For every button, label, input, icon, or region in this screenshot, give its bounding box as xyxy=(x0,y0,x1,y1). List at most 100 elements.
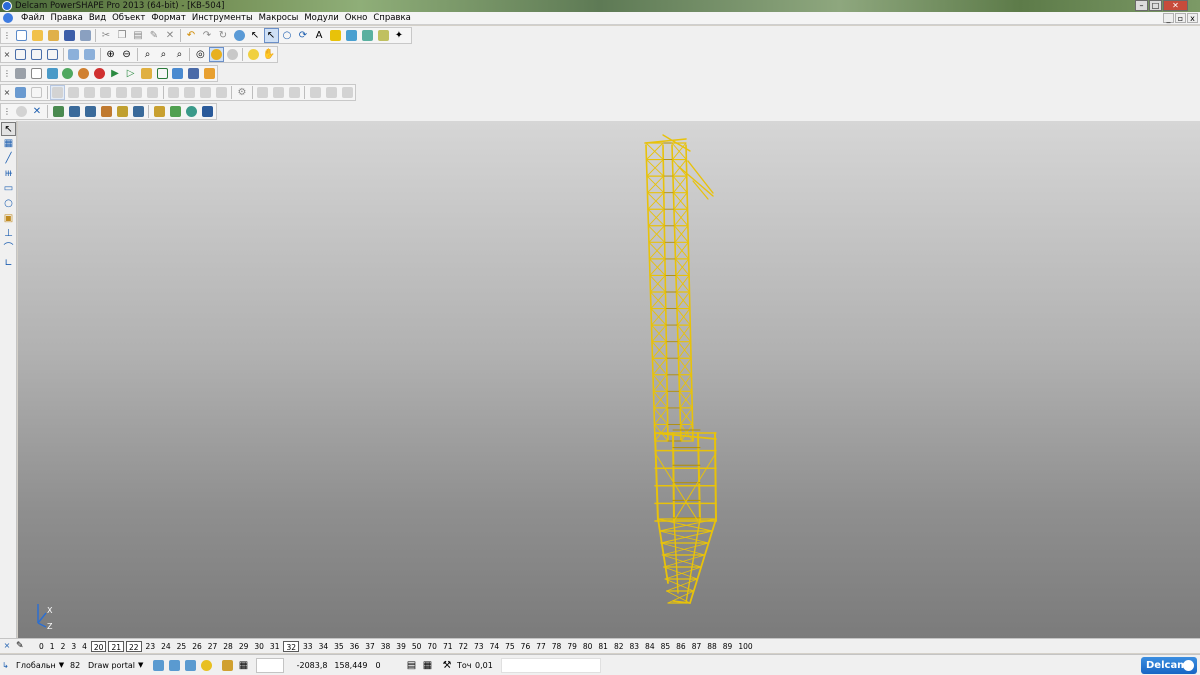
layer-button[interactable]: 37 xyxy=(362,641,378,652)
circle-select-icon[interactable]: ○ xyxy=(280,28,295,43)
pattern-3-icon[interactable] xyxy=(340,85,355,100)
calculator-icon[interactable] xyxy=(14,66,29,81)
magic-wand-icon[interactable]: ✦ xyxy=(392,28,407,43)
menu-item[interactable]: Модули xyxy=(301,12,341,25)
layer-button[interactable]: 28 xyxy=(220,641,236,652)
boolean-1-icon[interactable] xyxy=(166,85,181,100)
sketch-icon[interactable] xyxy=(328,28,343,43)
layer-button[interactable]: 2 xyxy=(58,641,69,652)
text-icon[interactable]: A xyxy=(312,28,327,43)
find-icon[interactable] xyxy=(232,28,247,43)
light-icon[interactable] xyxy=(246,47,261,62)
snap-3-icon[interactable] xyxy=(183,658,198,673)
new-file-icon[interactable] xyxy=(14,28,29,43)
layer-button[interactable]: 30 xyxy=(251,641,267,652)
fillet-1-icon[interactable] xyxy=(255,85,270,100)
layer-button[interactable]: 21 xyxy=(108,640,124,652)
feature-5-icon[interactable] xyxy=(114,85,129,100)
pattern-1-icon[interactable] xyxy=(308,85,323,100)
calculator-status-icon[interactable]: ▦ xyxy=(420,658,435,673)
document-close-button[interactable]: x xyxy=(1187,13,1198,23)
layer-button[interactable]: 31 xyxy=(267,641,283,652)
workplane-icon[interactable] xyxy=(14,104,29,119)
cut-icon[interactable]: ✂ xyxy=(99,28,114,43)
save-icon[interactable] xyxy=(62,28,77,43)
snap-4-icon[interactable] xyxy=(199,658,214,673)
snap-1-icon[interactable] xyxy=(151,658,166,673)
graphics-viewport[interactable]: X Z xyxy=(18,121,1200,638)
print-icon[interactable] xyxy=(78,28,93,43)
view-iso-icon[interactable] xyxy=(66,47,81,62)
export-icon[interactable] xyxy=(186,66,201,81)
shaded-wireframe-icon[interactable] xyxy=(225,47,240,62)
library-1-icon[interactable] xyxy=(152,104,167,119)
layer-button[interactable]: 34 xyxy=(316,641,332,652)
play-outline-icon[interactable]: ▷ xyxy=(123,66,138,81)
close-button[interactable]: ✕ xyxy=(1163,0,1188,11)
boolean-4-icon[interactable] xyxy=(214,85,229,100)
component-3-icon[interactable] xyxy=(83,104,98,119)
layer-button[interactable]: 36 xyxy=(347,641,363,652)
menu-item[interactable]: Файл xyxy=(18,12,47,25)
tree-outline-icon[interactable] xyxy=(29,85,44,100)
toolbar-grip[interactable]: ⋮ xyxy=(3,104,11,119)
copy-icon[interactable]: ❐ xyxy=(115,28,130,43)
layer-button[interactable]: 39 xyxy=(393,641,409,652)
feature-3-icon[interactable] xyxy=(82,85,97,100)
rectangle-tool-icon[interactable]: ▭ xyxy=(1,182,16,196)
layer-button[interactable]: 26 xyxy=(189,641,205,652)
zoom-window-icon[interactable]: ⌕ xyxy=(140,47,155,62)
layer-button[interactable]: 1 xyxy=(47,641,58,652)
menu-item[interactable]: Вид xyxy=(86,12,109,25)
open-file-icon[interactable] xyxy=(30,28,45,43)
minimize-button[interactable]: – xyxy=(1135,0,1148,11)
colour-icon[interactable] xyxy=(76,66,91,81)
feature-6-icon[interactable] xyxy=(129,85,144,100)
layer-button[interactable]: 73 xyxy=(471,641,487,652)
feature-2-icon[interactable] xyxy=(66,85,81,100)
select-arrow-icon[interactable]: ↖ xyxy=(248,28,263,43)
tolerance-value[interactable]: 0,01 xyxy=(473,658,501,673)
menu-item[interactable]: Правка xyxy=(47,12,85,25)
layer-button[interactable]: 50 xyxy=(409,641,425,652)
layer-button[interactable]: 35 xyxy=(331,641,347,652)
boolean-2-icon[interactable] xyxy=(182,85,197,100)
layer-button[interactable]: 77 xyxy=(533,641,549,652)
zoom-selected-icon[interactable]: ⌕ xyxy=(172,47,187,62)
toolbar-close-icon[interactable]: × xyxy=(3,47,11,62)
layer-button[interactable]: 32 xyxy=(283,640,300,652)
component-4-icon[interactable] xyxy=(99,104,114,119)
paste-icon[interactable]: ▤ xyxy=(131,28,146,43)
layer-bar-close-icon[interactable]: × xyxy=(1,640,13,652)
boolean-3-icon[interactable] xyxy=(198,85,213,100)
layer-button[interactable]: 100 xyxy=(735,641,755,652)
menu-item[interactable]: Объект xyxy=(109,12,148,25)
layer-button[interactable]: 81 xyxy=(595,641,611,652)
polyline-tool-icon[interactable]: ⲿ xyxy=(1,167,16,181)
open-recent-icon[interactable] xyxy=(46,28,61,43)
tolerance-icon[interactable]: ⚒ xyxy=(440,658,455,673)
layer-button[interactable]: 25 xyxy=(174,641,190,652)
feature-1-icon[interactable] xyxy=(50,85,65,100)
workplane-tool-icon[interactable]: ▦ xyxy=(1,137,16,151)
layer-button[interactable]: 23 xyxy=(143,641,159,652)
layer-button[interactable]: 24 xyxy=(158,641,174,652)
wireframe-icon[interactable]: ◎ xyxy=(193,47,208,62)
layer-button[interactable]: 71 xyxy=(440,641,456,652)
menu-item[interactable]: Окно xyxy=(342,12,371,25)
undo-icon[interactable]: ↶ xyxy=(184,28,199,43)
zoom-out-icon[interactable]: ⊖ xyxy=(119,47,134,62)
surface-icon[interactable] xyxy=(360,28,375,43)
component-5-icon[interactable] xyxy=(115,104,130,119)
frame-icon[interactable] xyxy=(155,66,170,81)
dimension-tool-icon[interactable]: ⊥ xyxy=(1,227,16,241)
layer-button[interactable]: 88 xyxy=(704,641,720,652)
render-icon[interactable] xyxy=(61,66,76,81)
solid-icon[interactable] xyxy=(344,28,359,43)
document-icon[interactable] xyxy=(3,13,13,23)
document-minimize-button[interactable]: _ xyxy=(1163,13,1174,23)
menu-item[interactable]: Справка xyxy=(370,12,413,25)
layer-button[interactable]: 85 xyxy=(658,641,674,652)
feature-4-icon[interactable] xyxy=(98,85,113,100)
coordinate-mode-icon[interactable]: ▤ xyxy=(404,658,419,673)
